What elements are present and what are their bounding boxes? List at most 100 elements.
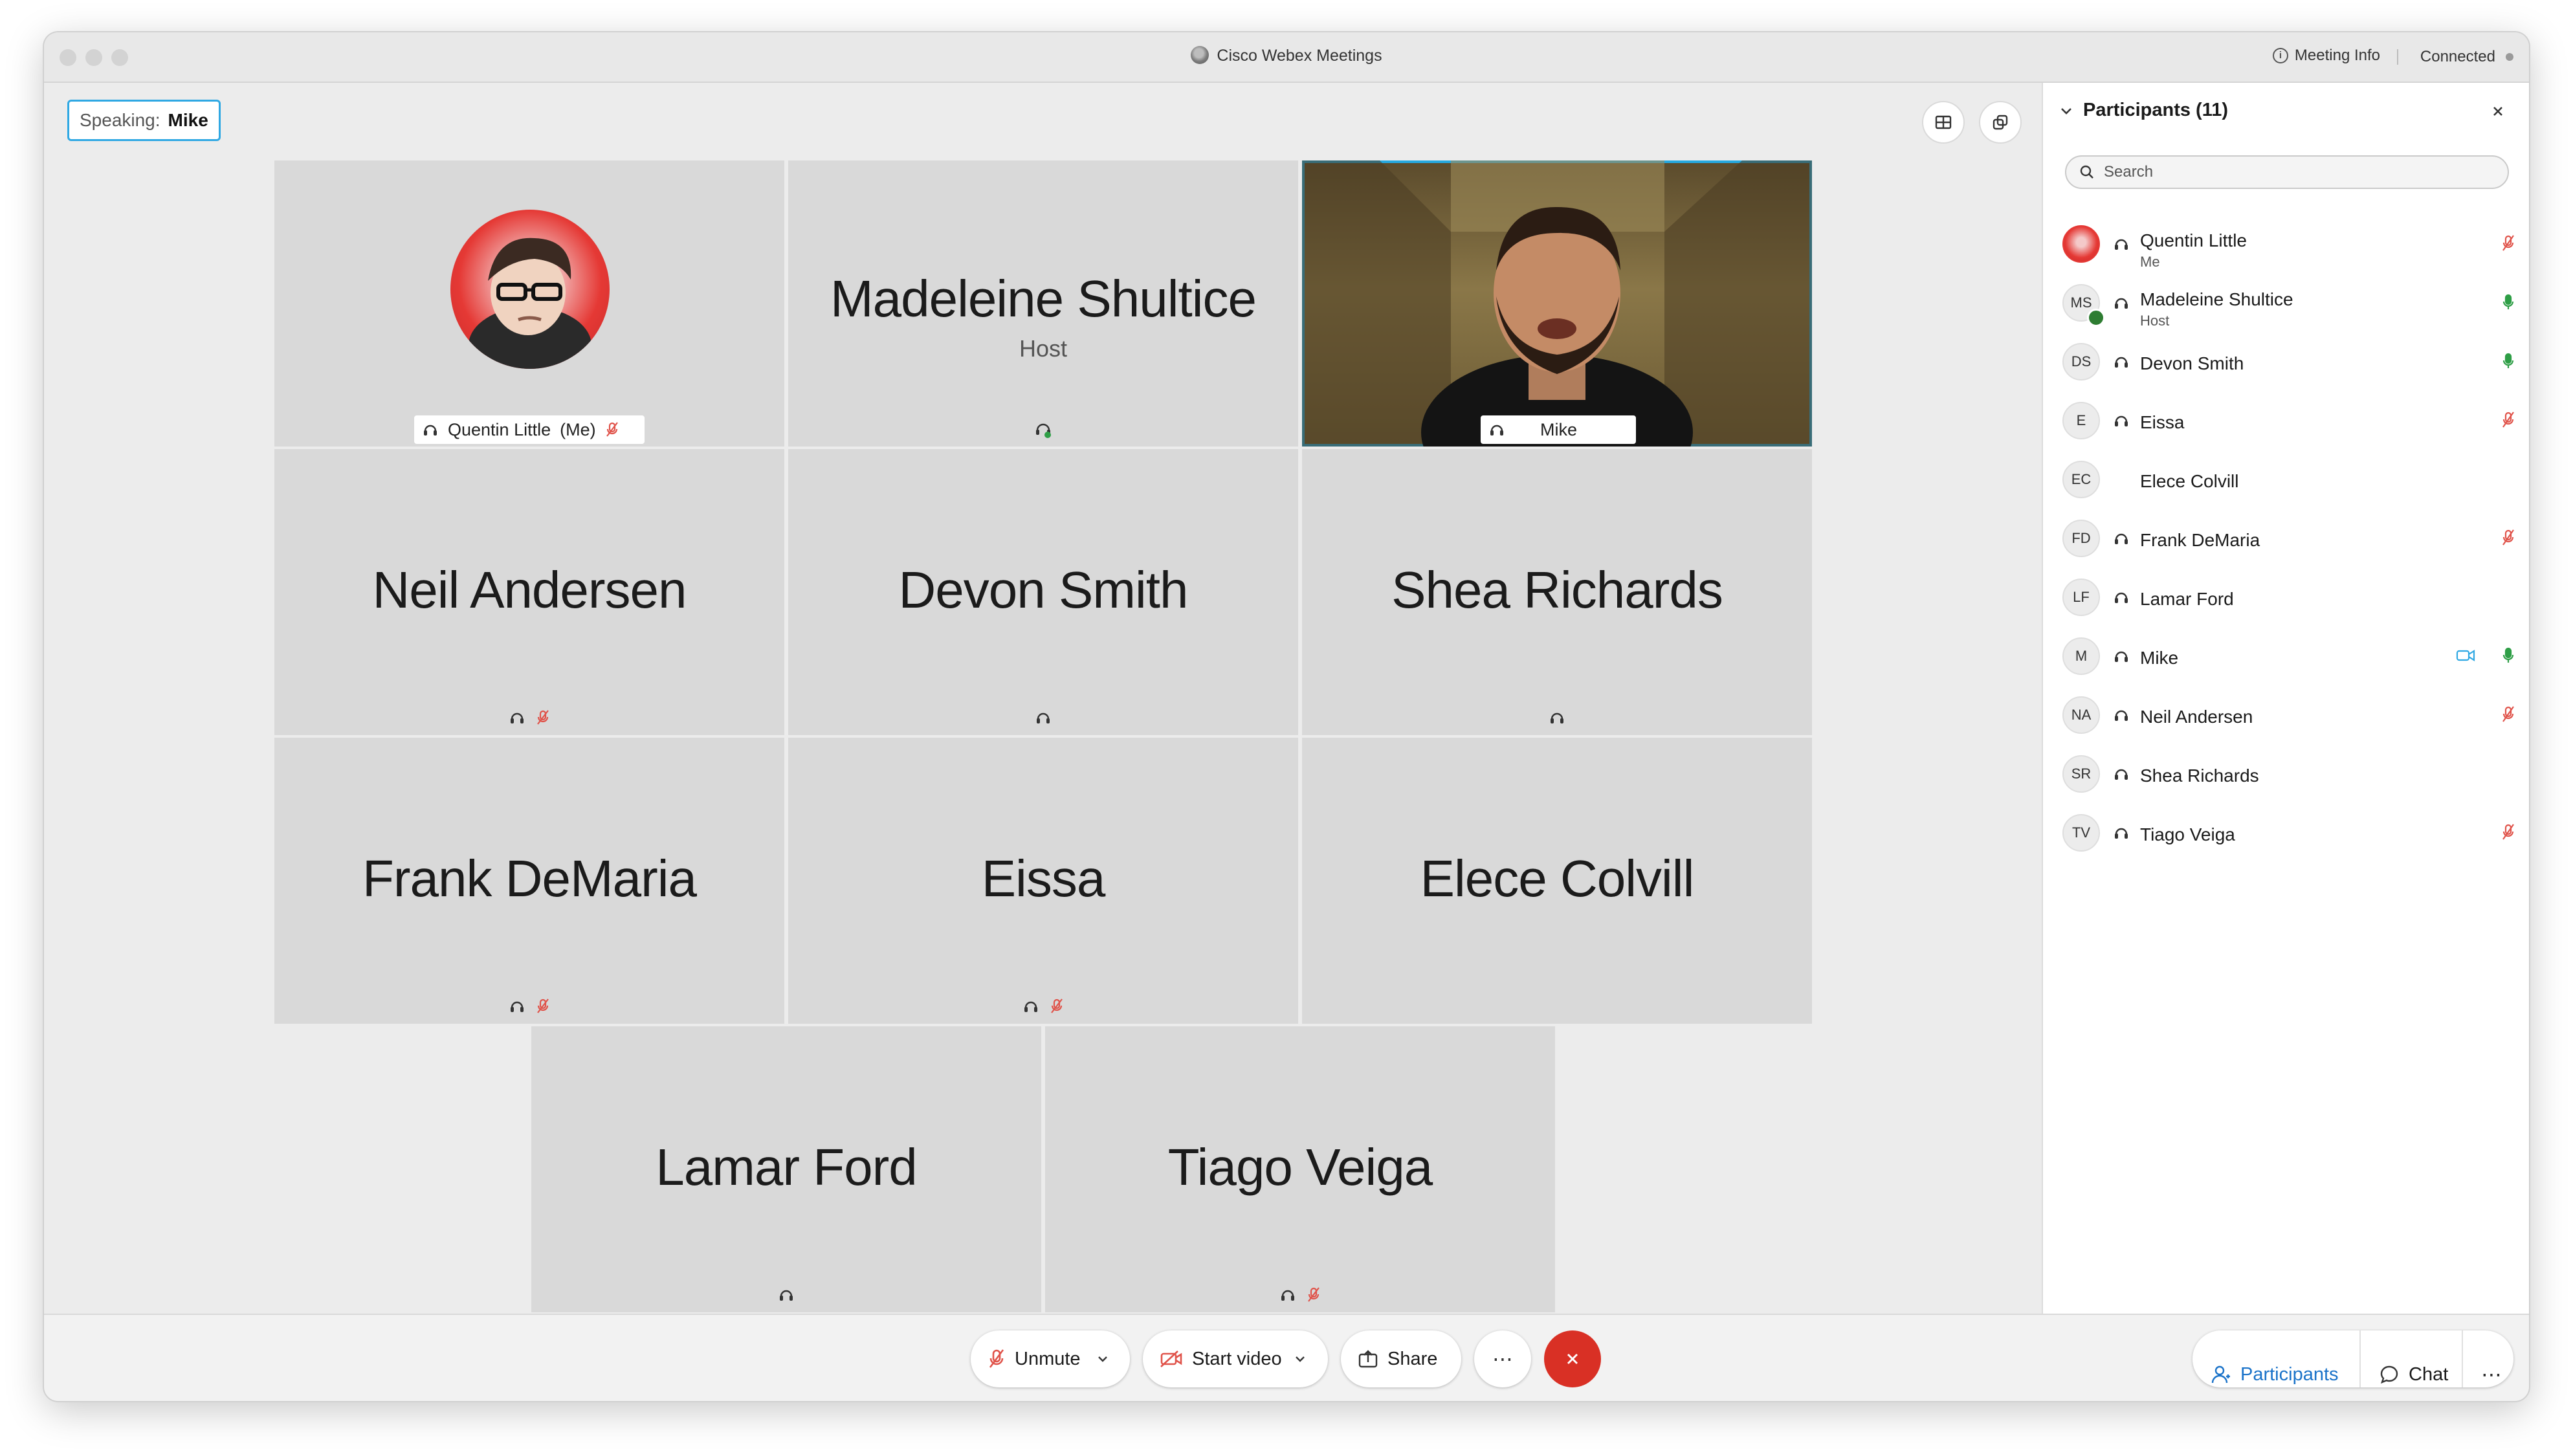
video-tile-shea-richards[interactable]: Shea Richards	[1302, 449, 1812, 735]
chevron-down-icon[interactable]	[1294, 1352, 1307, 1365]
video-tile-elece-colvill[interactable]: Elece Colvill	[1302, 738, 1812, 1024]
title-bar: Cisco Webex Meetings i Meeting Info Conn…	[44, 32, 2529, 83]
chat-toggle-button[interactable]: Chat	[2361, 1346, 2466, 1401]
more-options-button[interactable]: ⋯	[1474, 1330, 1531, 1387]
video-tile-tiago-veiga[interactable]: Tiago Veiga	[1045, 1026, 1555, 1312]
participant-status-icons	[2501, 411, 2515, 429]
pop-out-button[interactable]	[1979, 101, 2022, 144]
participant-row[interactable]: SR Shea Richards	[2062, 749, 2515, 800]
participant-row[interactable]: E Eissa	[2062, 395, 2515, 447]
close-icon	[2493, 107, 2502, 116]
participants-panel-header[interactable]: Participants (11)	[2060, 100, 2228, 121]
participant-row[interactable]: DS Devon Smith	[2062, 336, 2515, 388]
video-camera-icon	[2456, 650, 2475, 661]
video-stage: Speaking: Mike Quentin Little (Me) Madel…	[44, 83, 2040, 1314]
webex-window: Cisco Webex Meetings i Meeting Info Conn…	[44, 32, 2529, 1401]
pop-out-icon	[1993, 115, 2008, 130]
meeting-info-button[interactable]: i Meeting Info	[2272, 47, 2380, 65]
panel-more-button[interactable]: ⋯	[2463, 1346, 2520, 1401]
tile-status-icons	[788, 997, 1298, 1016]
participant-avatar: NA	[2062, 696, 2100, 734]
participant-avatar: M	[2062, 637, 2100, 675]
participant-name: Eissa	[2140, 412, 2185, 432]
headset-icon	[1490, 425, 1503, 436]
video-tile-eissa[interactable]: Eissa	[788, 738, 1298, 1024]
participant-role: Me	[2140, 254, 2160, 270]
tile-name: Neil Andersen	[372, 561, 687, 619]
participant-row[interactable]: MS Madeleine Shultice Host	[2062, 278, 2515, 329]
participant-name: Lamar Ford	[2140, 589, 2234, 609]
video-tile-madeleine-shultice[interactable]: Madeleine Shultice Host	[788, 160, 1298, 447]
participant-search[interactable]: Search	[2065, 155, 2509, 189]
participant-status-icons	[2501, 823, 2515, 841]
muted-mic-icon	[989, 1349, 1004, 1368]
unmuted-mic-icon	[2502, 353, 2514, 368]
participant-row[interactable]: LF Lamar Ford	[2062, 572, 2515, 624]
tile-name-label: Quentin Little (Me)	[414, 415, 645, 444]
quentin-little-avatar	[450, 210, 610, 369]
start-video-button[interactable]: Start video	[1143, 1330, 1328, 1387]
speaking-label: Speaking:	[80, 110, 160, 130]
unmuted-mic-icon	[2502, 294, 2514, 309]
tile-name: Madeleine Shultice	[830, 270, 1257, 327]
headset-icon	[511, 1001, 524, 1012]
video-tile-quentin-little[interactable]: Quentin Little (Me)	[274, 160, 784, 447]
active-speaker-name: Mike	[168, 110, 208, 130]
muted-mic-icon	[1051, 998, 1063, 1013]
tile-status-icons	[274, 997, 784, 1016]
headset-icon	[1024, 1001, 1037, 1012]
video-tile-lamar-ford[interactable]: Lamar Ford	[531, 1026, 1041, 1312]
participant-row[interactable]: NA Neil Andersen	[2062, 690, 2515, 742]
participant-name: Mike	[2140, 648, 2179, 668]
muted-mic-icon	[2502, 706, 2514, 722]
participant-row[interactable]: EC Elece Colvill	[2062, 454, 2515, 506]
unmuted-mic-icon	[2502, 647, 2514, 663]
chat-toggle-label: Chat	[2409, 1363, 2449, 1385]
chat-bubble-icon	[2380, 1365, 2398, 1384]
live-video-feed-icon	[1302, 160, 1812, 447]
tile-status-icons	[1045, 1285, 1555, 1305]
chevron-down-icon[interactable]	[1096, 1352, 1109, 1365]
panel-toggle-group: Participants Chat ⋯	[2192, 1330, 2513, 1387]
headset-icon	[2115, 533, 2128, 544]
video-tile-devon-smith[interactable]: Devon Smith	[788, 449, 1298, 735]
close-panel-button[interactable]	[2485, 98, 2511, 124]
headset-icon	[1037, 712, 1050, 723]
participant-row[interactable]: Quentin Little Me	[2062, 219, 2515, 270]
share-icon	[1358, 1350, 1378, 1368]
audio-connection-icon	[2113, 648, 2130, 668]
participant-row[interactable]: M Mike	[2062, 631, 2515, 683]
muted-mic-icon	[2502, 529, 2514, 546]
host-headset-icon	[1036, 423, 1051, 438]
audio-connection-icon	[2113, 824, 2130, 844]
participant-row[interactable]: TV Tiago Veiga	[2062, 808, 2515, 859]
panel-more-icon: ⋯	[2481, 1363, 2502, 1386]
headset-icon	[2115, 828, 2128, 839]
share-button[interactable]: Share	[1341, 1330, 1461, 1387]
muted-mic-icon	[2502, 824, 2514, 840]
webex-logo-icon	[1191, 46, 1209, 65]
unmute-label: Unmute	[1015, 1348, 1081, 1369]
start-video-label: Start video	[1192, 1348, 1282, 1369]
muted-mic-icon	[537, 710, 549, 725]
tile-name: Quentin Little	[448, 419, 551, 439]
unmute-button[interactable]: Unmute	[971, 1330, 1130, 1387]
participant-name: Quentin Little	[2140, 230, 2247, 250]
video-tile-mike[interactable]: Mike	[1302, 160, 1812, 447]
tile-name: Tiago Veiga	[1167, 1138, 1433, 1196]
participant-row[interactable]: FD Frank DeMaria	[2062, 513, 2515, 565]
search-placeholder: Search	[2104, 163, 2154, 181]
video-tile-neil-andersen[interactable]: Neil Andersen	[274, 449, 784, 735]
meeting-info-label: Meeting Info	[2294, 47, 2380, 64]
participant-name: Shea Richards	[2140, 766, 2259, 786]
leave-meeting-button[interactable]	[1544, 1330, 1601, 1387]
layout-button[interactable]	[1922, 101, 1965, 144]
chevron-down-icon	[2061, 107, 2071, 115]
video-tile-frank-demaria[interactable]: Frank DeMaria	[274, 738, 784, 1024]
participant-status-icons	[2501, 705, 2515, 723]
headset-icon	[2115, 415, 2128, 426]
tile-role: Host	[1019, 335, 1068, 362]
participants-toggle-button[interactable]: Participants	[2192, 1346, 2357, 1401]
muted-mic-icon	[606, 422, 618, 437]
participant-status-icons	[2501, 352, 2515, 370]
